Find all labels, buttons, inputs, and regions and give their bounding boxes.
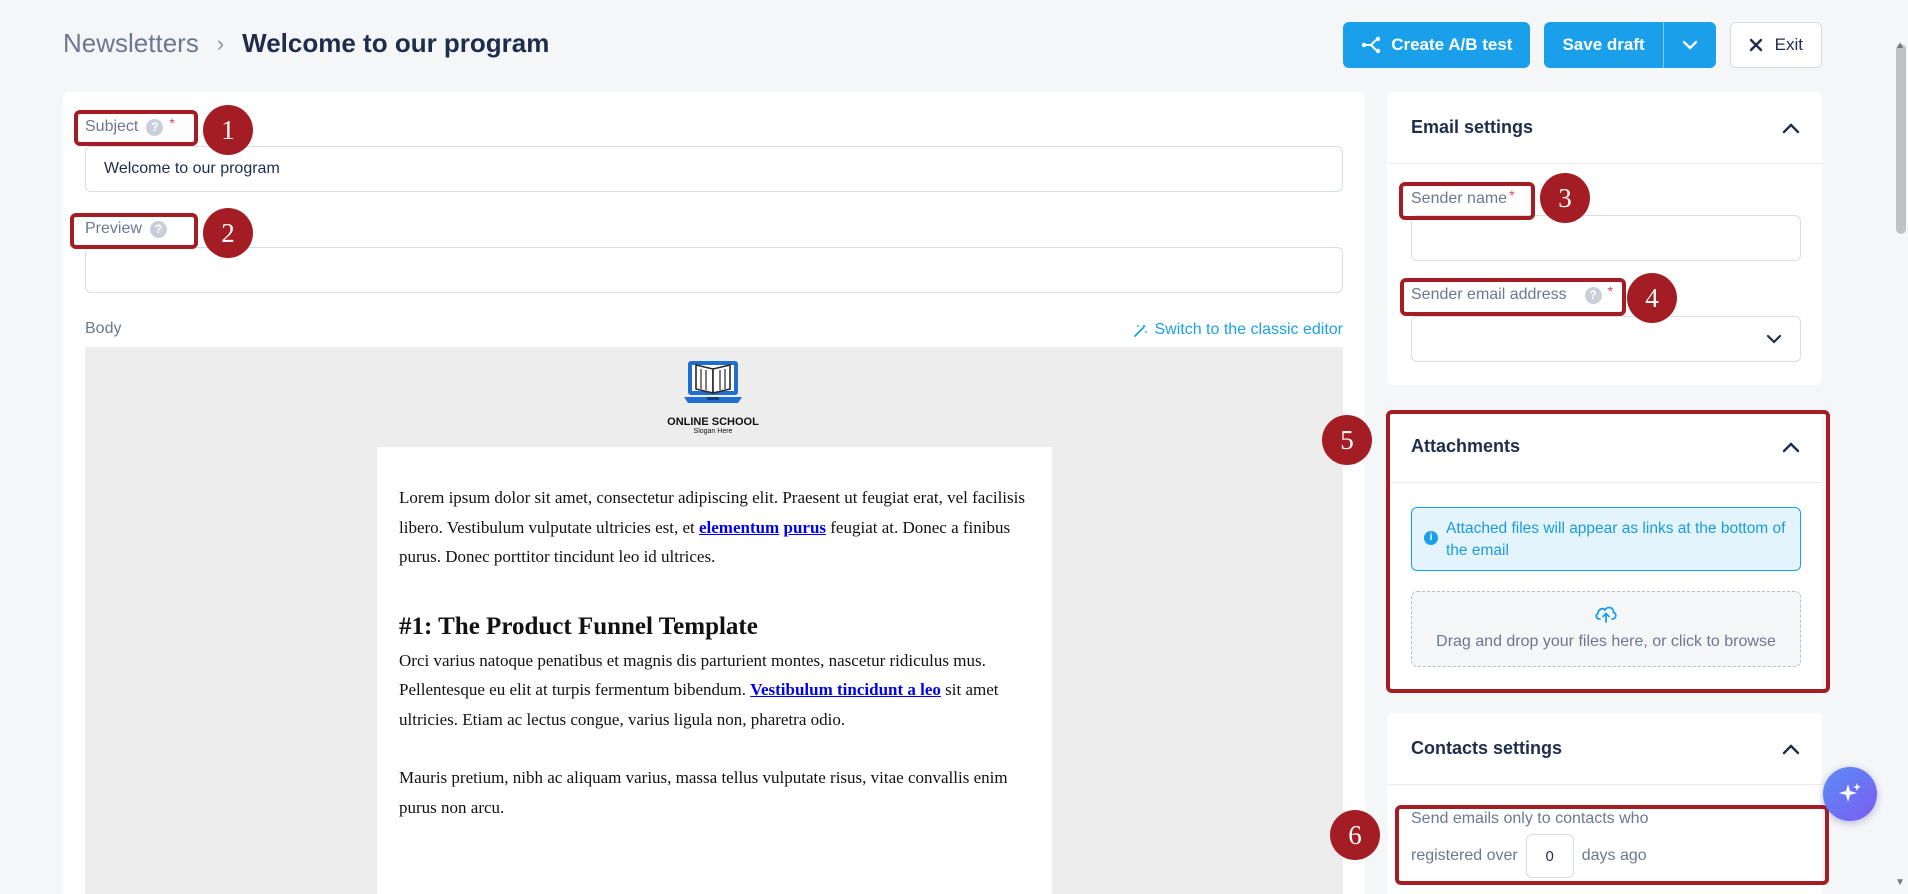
annotation-number-1: 1 (203, 105, 253, 155)
chevron-up-icon[interactable] (1782, 122, 1800, 134)
annotation-number-2: 2 (203, 208, 253, 258)
header-actions: Create A/B test Save draft Exit (1343, 22, 1822, 68)
chevron-down-icon (1682, 40, 1697, 50)
save-draft-button[interactable]: Save draft (1544, 22, 1664, 68)
email-settings-card: Email settings Sender name * Sender emai… (1387, 92, 1822, 385)
email-heading: #1: The Product Funnel Template (399, 612, 758, 640)
annotation-box-2 (70, 213, 198, 249)
scrollbar-thumb[interactable] (1896, 44, 1906, 234)
save-options-button[interactable] (1664, 22, 1716, 68)
contacts-settings-title: Contacts settings (1411, 738, 1563, 758)
email-paragraph-2: Orci varius natoque penatibus et magnis … (399, 646, 1030, 735)
logo-slogan: Slogan Here (693, 428, 733, 435)
logo-name: ONLINE SCHOOL (667, 416, 759, 428)
editor-panel: Subject ? * Welcome to our program Previ… (63, 92, 1365, 894)
email-settings-header[interactable]: Email settings (1387, 92, 1822, 164)
chevron-down-icon (1766, 334, 1782, 344)
purus-link[interactable]: purus (783, 518, 826, 537)
scroll-down-arrow-icon[interactable]: ▼ (1895, 877, 1905, 888)
sender-name-input[interactable] (1411, 215, 1801, 261)
close-icon (1749, 38, 1762, 52)
annotation-box-5 (1386, 410, 1830, 693)
email-content[interactable]: Lorem ipsum dolor sit amet, consectetur … (377, 447, 1052, 894)
ai-assistant-button[interactable] (1823, 767, 1877, 821)
sparkle-icon (1839, 783, 1861, 802)
sender-email-select[interactable] (1411, 316, 1801, 362)
magic-wand-icon (1134, 323, 1148, 337)
annotation-box-4 (1400, 278, 1626, 316)
exit-label: Exit (1774, 35, 1803, 54)
elementum-link[interactable]: elementum (699, 518, 779, 537)
chevron-right-icon: › (216, 30, 225, 56)
annotation-number-5: 5 (1322, 415, 1372, 465)
annotation-number-6: 6 (1330, 810, 1380, 860)
page-scrollbar[interactable] (1894, 40, 1908, 894)
email-canvas[interactable]: ONLINE SCHOOL Slogan Here Lorem ipsum do… (85, 347, 1343, 894)
annotation-box-1 (74, 110, 198, 146)
page-title: Welcome to our program (242, 28, 550, 58)
chevron-up-icon[interactable] (1782, 743, 1800, 755)
breadcrumb: Newsletters › Welcome to our program (63, 28, 549, 59)
breadcrumb-newsletters[interactable]: Newsletters (63, 28, 199, 59)
book-laptop-icon (684, 361, 742, 403)
split-icon (1362, 36, 1381, 54)
annotation-box-3 (1399, 182, 1535, 220)
school-logo: ONLINE SCHOOL Slogan Here (663, 357, 763, 435)
create-ab-test-button[interactable]: Create A/B test (1343, 22, 1531, 68)
save-draft-group: Save draft (1544, 22, 1716, 68)
contacts-settings-header[interactable]: Contacts settings (1387, 713, 1822, 785)
switch-classic-editor-label: Switch to the classic editor (1154, 321, 1343, 338)
exit-button[interactable]: Exit (1729, 22, 1822, 68)
email-settings-title: Email settings (1411, 117, 1534, 137)
vestibulum-link[interactable]: Vestibulum tincidunt a leo (750, 680, 941, 699)
subject-input[interactable]: Welcome to our program (85, 146, 1343, 192)
switch-classic-editor-link[interactable]: Switch to the classic editor (1133, 321, 1343, 339)
create-ab-test-label: Create A/B test (1391, 35, 1513, 54)
email-paragraph-3: Mauris pretium, nibh ac aliquam varius, … (399, 768, 1008, 817)
annotation-box-6 (1395, 805, 1829, 885)
email-paragraph-1: Lorem ipsum dolor sit amet, consectetur … (399, 483, 1030, 572)
annotation-number-3: 3 (1540, 173, 1590, 223)
preview-input[interactable] (85, 247, 1343, 293)
scroll-up-arrow-icon[interactable]: ▲ (1895, 40, 1905, 51)
annotation-number-4: 4 (1627, 273, 1677, 323)
body-label: Body (85, 320, 122, 337)
